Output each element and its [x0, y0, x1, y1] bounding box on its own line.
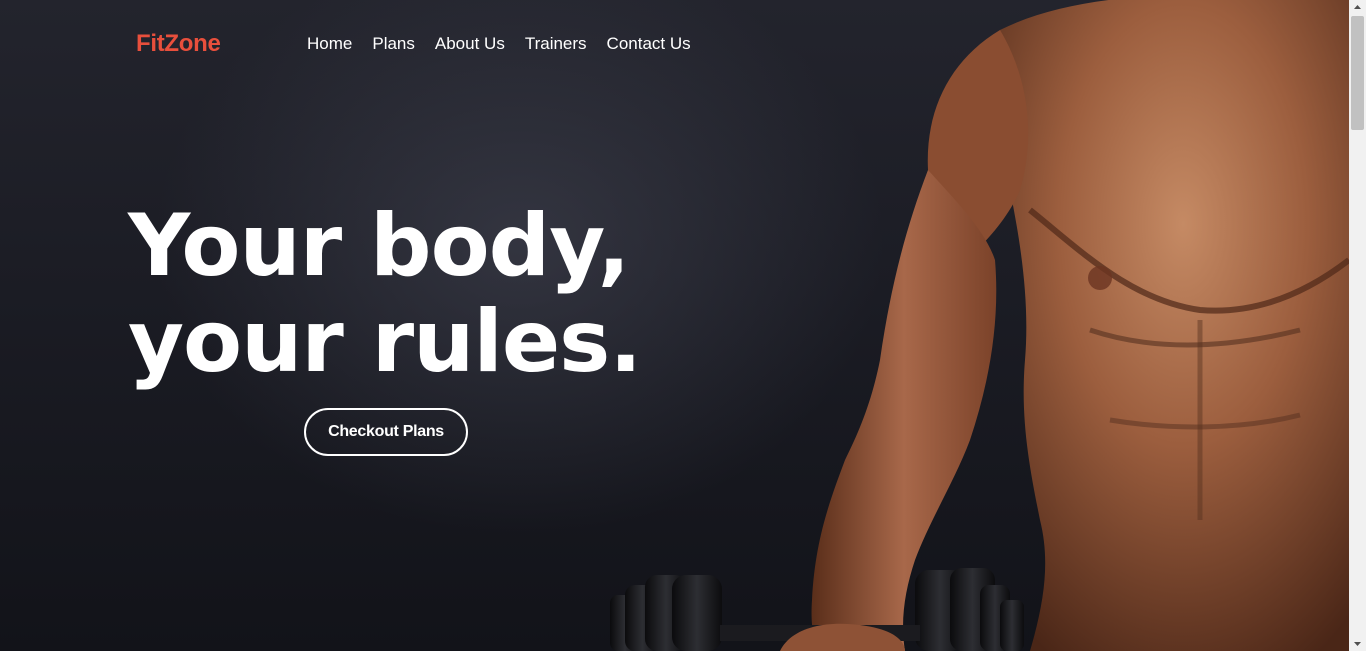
- brand-logo[interactable]: FitZone: [136, 30, 221, 58]
- nav-link-home[interactable]: Home: [307, 34, 352, 54]
- navbar: FitZone Home Plans About Us Trainers Con…: [0, 0, 1349, 90]
- nav-link-about-us[interactable]: About Us: [435, 34, 505, 54]
- vertical-scrollbar[interactable]: [1349, 0, 1366, 651]
- hero-headline-line-2: your rules.: [128, 292, 642, 392]
- checkout-plans-button[interactable]: Checkout Plans: [304, 408, 468, 456]
- nav-link-trainers[interactable]: Trainers: [525, 34, 587, 54]
- scrollbar-thumb[interactable]: [1351, 16, 1364, 130]
- nav-link-contact-us[interactable]: Contact Us: [607, 34, 691, 54]
- scroll-up-arrow-icon[interactable]: [1349, 0, 1366, 14]
- scroll-down-arrow-icon[interactable]: [1349, 637, 1366, 651]
- nav-link-plans[interactable]: Plans: [372, 34, 415, 54]
- hero-headline: Your body, your rules.: [128, 196, 642, 392]
- hero-headline-line-1: Your body,: [128, 196, 630, 296]
- nav-links: Home Plans About Us Trainers Contact Us: [307, 34, 691, 54]
- hero-section: FitZone Home Plans About Us Trainers Con…: [0, 0, 1349, 651]
